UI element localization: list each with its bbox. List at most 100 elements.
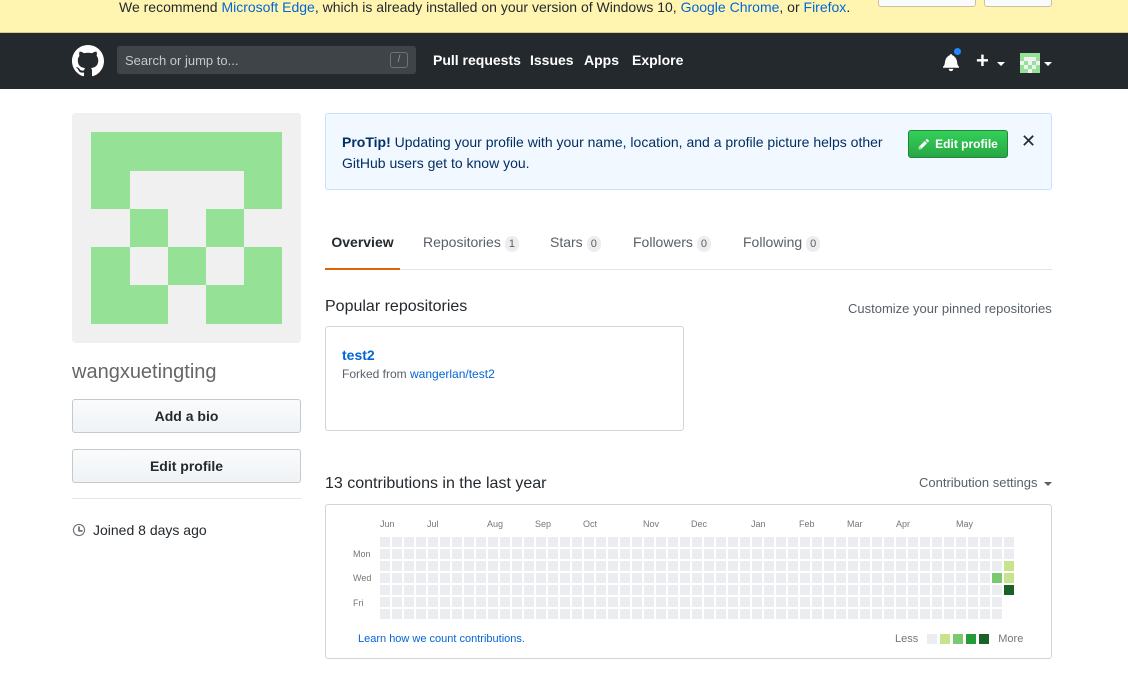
contribution-day[interactable] — [860, 549, 870, 559]
contribution-day[interactable] — [896, 609, 906, 619]
contribution-day[interactable] — [692, 573, 702, 583]
contribution-day[interactable] — [380, 585, 390, 595]
learn-contributions-link[interactable]: Learn how we count contributions. — [358, 633, 525, 645]
contribution-day[interactable] — [644, 537, 654, 547]
contribution-day[interactable] — [800, 561, 810, 571]
contribution-day[interactable] — [608, 585, 618, 595]
tab-stars[interactable]: Stars 0 — [550, 225, 601, 270]
tab-overview[interactable]: Overview — [325, 225, 400, 270]
contribution-day[interactable] — [608, 549, 618, 559]
contribution-day[interactable] — [932, 573, 942, 583]
contribution-day[interactable] — [824, 537, 834, 547]
contribution-day[interactable] — [872, 537, 882, 547]
contribution-day[interactable] — [632, 609, 642, 619]
contribution-day[interactable] — [896, 549, 906, 559]
contribution-day[interactable] — [596, 585, 606, 595]
contribution-day[interactable] — [584, 573, 594, 583]
contribution-day[interactable] — [644, 549, 654, 559]
contribution-day[interactable] — [896, 597, 906, 607]
contribution-day[interactable] — [956, 573, 966, 583]
contribution-day[interactable] — [920, 537, 930, 547]
contribution-day[interactable] — [680, 561, 690, 571]
contribution-day[interactable] — [572, 585, 582, 595]
contribution-day[interactable] — [440, 609, 450, 619]
contribution-settings-dropdown[interactable]: Contribution settings — [919, 475, 1053, 490]
contribution-day[interactable] — [488, 537, 498, 547]
contribution-day[interactable] — [464, 597, 474, 607]
contribution-day[interactable] — [788, 561, 798, 571]
contribution-day[interactable] — [992, 609, 1002, 619]
contribution-day[interactable] — [824, 585, 834, 595]
contribution-day[interactable] — [428, 597, 438, 607]
contribution-day[interactable] — [704, 573, 714, 583]
contribution-day[interactable] — [752, 561, 762, 571]
create-new-icon[interactable]: + — [976, 48, 989, 74]
contribution-day[interactable] — [608, 561, 618, 571]
chrome-link[interactable]: Google Chrome — [681, 0, 780, 15]
contribution-day[interactable] — [404, 561, 414, 571]
contribution-day[interactable] — [860, 573, 870, 583]
contribution-day[interactable] — [884, 609, 894, 619]
contribution-day[interactable] — [524, 561, 534, 571]
customize-pins-link[interactable]: Customize your pinned repositories — [848, 301, 1052, 316]
contribution-day[interactable] — [392, 609, 402, 619]
contribution-day[interactable] — [584, 585, 594, 595]
contribution-day[interactable] — [596, 609, 606, 619]
contribution-day[interactable] — [416, 597, 426, 607]
contribution-day[interactable] — [428, 537, 438, 547]
contribution-day[interactable] — [452, 597, 462, 607]
contribution-day[interactable] — [596, 561, 606, 571]
contribution-day[interactable] — [764, 549, 774, 559]
contribution-day[interactable] — [968, 561, 978, 571]
contribution-day[interactable] — [464, 537, 474, 547]
contribution-day[interactable] — [740, 609, 750, 619]
contribution-day[interactable] — [416, 549, 426, 559]
contribution-day[interactable] — [536, 597, 546, 607]
contribution-day[interactable] — [416, 561, 426, 571]
contribution-day[interactable] — [476, 537, 486, 547]
contribution-day[interactable] — [980, 597, 990, 607]
contribution-day[interactable] — [1004, 549, 1014, 559]
contribution-day[interactable] — [716, 585, 726, 595]
contribution-day[interactable] — [788, 549, 798, 559]
contribution-day[interactable] — [980, 585, 990, 595]
contribution-day[interactable] — [488, 573, 498, 583]
contribution-day[interactable] — [812, 597, 822, 607]
contribution-day[interactable] — [752, 585, 762, 595]
contribution-day[interactable] — [728, 573, 738, 583]
contribution-day[interactable] — [656, 549, 666, 559]
contribution-day[interactable] — [548, 597, 558, 607]
contribution-day[interactable] — [716, 573, 726, 583]
contribution-day[interactable] — [440, 585, 450, 595]
contribution-day[interactable] — [416, 573, 426, 583]
contribution-day[interactable] — [764, 537, 774, 547]
nav-apps[interactable]: Apps — [584, 52, 619, 68]
contribution-day[interactable] — [524, 609, 534, 619]
contribution-day[interactable] — [464, 609, 474, 619]
contribution-day[interactable] — [920, 585, 930, 595]
contribution-day[interactable] — [644, 561, 654, 571]
contribution-day[interactable] — [836, 597, 846, 607]
contribution-day[interactable] — [1004, 561, 1014, 571]
contribution-day[interactable] — [416, 609, 426, 619]
contribution-day[interactable] — [680, 537, 690, 547]
contribution-day[interactable] — [476, 549, 486, 559]
contribution-day[interactable] — [488, 549, 498, 559]
contribution-day[interactable] — [884, 597, 894, 607]
contribution-day[interactable] — [524, 573, 534, 583]
contribution-day[interactable] — [680, 609, 690, 619]
contribution-day[interactable] — [428, 609, 438, 619]
contribution-day[interactable] — [764, 573, 774, 583]
contribution-day[interactable] — [620, 597, 630, 607]
banner-button-2[interactable] — [984, 0, 1052, 7]
contribution-day[interactable] — [872, 609, 882, 619]
contribution-day[interactable] — [464, 585, 474, 595]
contribution-day[interactable] — [632, 561, 642, 571]
contribution-day[interactable] — [800, 585, 810, 595]
contribution-day[interactable] — [560, 537, 570, 547]
contribution-day[interactable] — [824, 549, 834, 559]
contribution-day[interactable] — [572, 573, 582, 583]
contribution-day[interactable] — [884, 585, 894, 595]
contribution-day[interactable] — [524, 585, 534, 595]
contribution-day[interactable] — [824, 573, 834, 583]
